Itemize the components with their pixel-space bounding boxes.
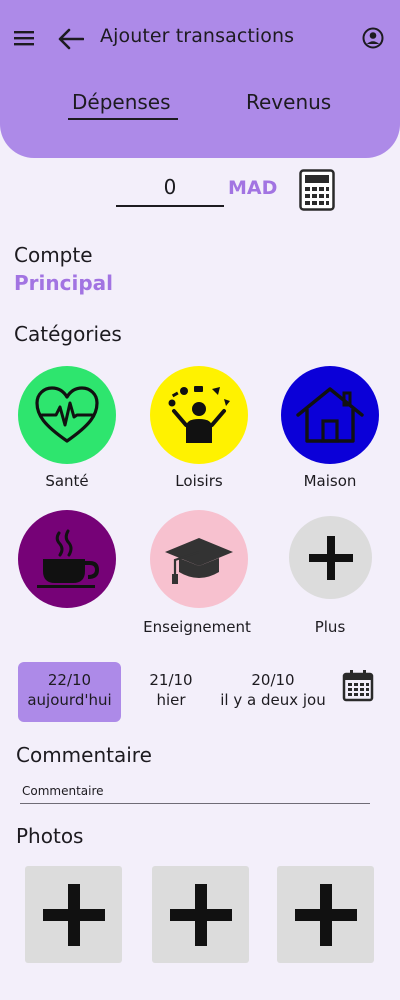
plus-icon	[169, 883, 232, 946]
tab-selected-indicator	[68, 118, 178, 120]
amount-input[interactable]: 0	[116, 175, 224, 199]
tab-income[interactable]: Revenus	[246, 90, 331, 114]
category-maison[interactable]	[281, 366, 379, 464]
comment-input[interactable]	[20, 778, 370, 804]
graduation-cap-icon	[165, 538, 233, 584]
category-loisirs[interactable]	[150, 366, 248, 464]
menu-icon[interactable]	[12, 26, 36, 50]
calculator-icon[interactable]	[298, 168, 336, 212]
add-photo-button[interactable]	[277, 866, 374, 963]
account-selector[interactable]: Principal	[14, 271, 113, 295]
amount-underline	[116, 205, 224, 207]
juggler-icon	[168, 386, 230, 443]
app-header: Ajouter transactions Dépenses Revenus	[0, 0, 400, 158]
date-today[interactable]: 22/10 aujourd'hui	[18, 662, 121, 722]
comment-label: Commentaire	[16, 743, 152, 767]
date-two-days-ago[interactable]: 20/10 il y a deux jou	[210, 670, 336, 710]
date-yesterday[interactable]: 21/10 hier	[132, 670, 210, 710]
category-cafe[interactable]	[18, 510, 116, 608]
date-caption: il y a deux jou	[220, 691, 326, 709]
add-photo-button[interactable]	[152, 866, 249, 963]
plus-icon	[308, 535, 353, 580]
plus-icon	[42, 883, 105, 946]
arrow-left-icon[interactable]	[56, 24, 86, 54]
tab-expenses[interactable]: Dépenses	[72, 90, 171, 114]
date-caption: hier	[156, 691, 186, 709]
house-icon	[296, 387, 364, 443]
account-label: Compte	[14, 243, 93, 267]
category-more-button[interactable]	[289, 516, 372, 599]
heart-pulse-icon	[35, 386, 99, 443]
category-label: Plus	[314, 618, 346, 636]
plus-icon	[294, 883, 357, 946]
photos-label: Photos	[16, 824, 84, 848]
category-label: Santé	[45, 472, 89, 490]
date-caption: aujourd'hui	[27, 691, 112, 709]
category-enseignement[interactable]	[150, 510, 248, 608]
date-value: 20/10	[251, 671, 295, 689]
categories-label: Catégories	[14, 322, 122, 346]
add-photo-button[interactable]	[25, 866, 122, 963]
date-value: 22/10	[47, 671, 92, 689]
coffee-cup-icon	[37, 529, 99, 588]
calendar-icon[interactable]	[341, 669, 375, 703]
currency-selector[interactable]: MAD	[228, 177, 277, 199]
category-label: Loisirs	[175, 472, 223, 490]
date-value: 21/10	[149, 671, 193, 689]
category-label: Enseignement	[143, 618, 251, 636]
category-label: Maison	[303, 472, 357, 490]
account-circle-icon[interactable]	[360, 25, 386, 51]
category-sante[interactable]	[18, 366, 116, 464]
page-title: Ajouter transactions	[100, 25, 295, 47]
